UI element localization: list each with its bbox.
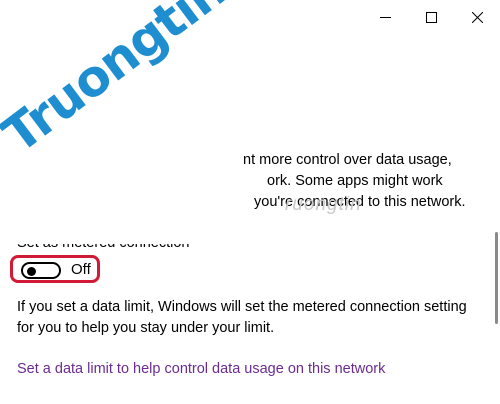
metered-description: nt more control over data usage, ork. So…	[243, 150, 493, 213]
window-caption-buttons	[362, 0, 500, 34]
set-data-limit-link[interactable]: Set a data limit to help control data us…	[17, 361, 385, 377]
maximize-icon	[425, 11, 437, 23]
metered-toggle-label: Set as metered connection	[17, 235, 190, 251]
watermark-main: Truongtin	[0, 0, 237, 165]
metered-connection-toggle[interactable]	[21, 262, 61, 279]
watermark-logo: Truongtin.top	[0, 0, 323, 164]
watermark-dot: .	[201, 0, 250, 6]
metered-description-line: ork. Some apps might work	[267, 173, 443, 189]
metered-description-line: you're connected to this network.	[254, 194, 466, 210]
close-icon	[471, 11, 483, 23]
toggle-state-label: Off	[71, 261, 91, 278]
data-limit-info: If you set a data limit, Windows will se…	[17, 299, 467, 336]
metered-toggle-highlight: Off	[10, 255, 100, 283]
minimize-button[interactable]	[362, 0, 408, 34]
watermark-faint-text: ruongtin	[285, 194, 362, 215]
metered-description-line: nt more control over data usage,	[243, 152, 452, 168]
minimize-icon	[379, 16, 391, 18]
scrollbar-thumb[interactable]	[495, 232, 498, 324]
toggle-knob	[27, 266, 36, 276]
settings-window: nt more control over data usage, ork. So…	[0, 0, 500, 404]
maximize-button[interactable]	[408, 0, 454, 34]
close-button[interactable]	[454, 0, 500, 34]
